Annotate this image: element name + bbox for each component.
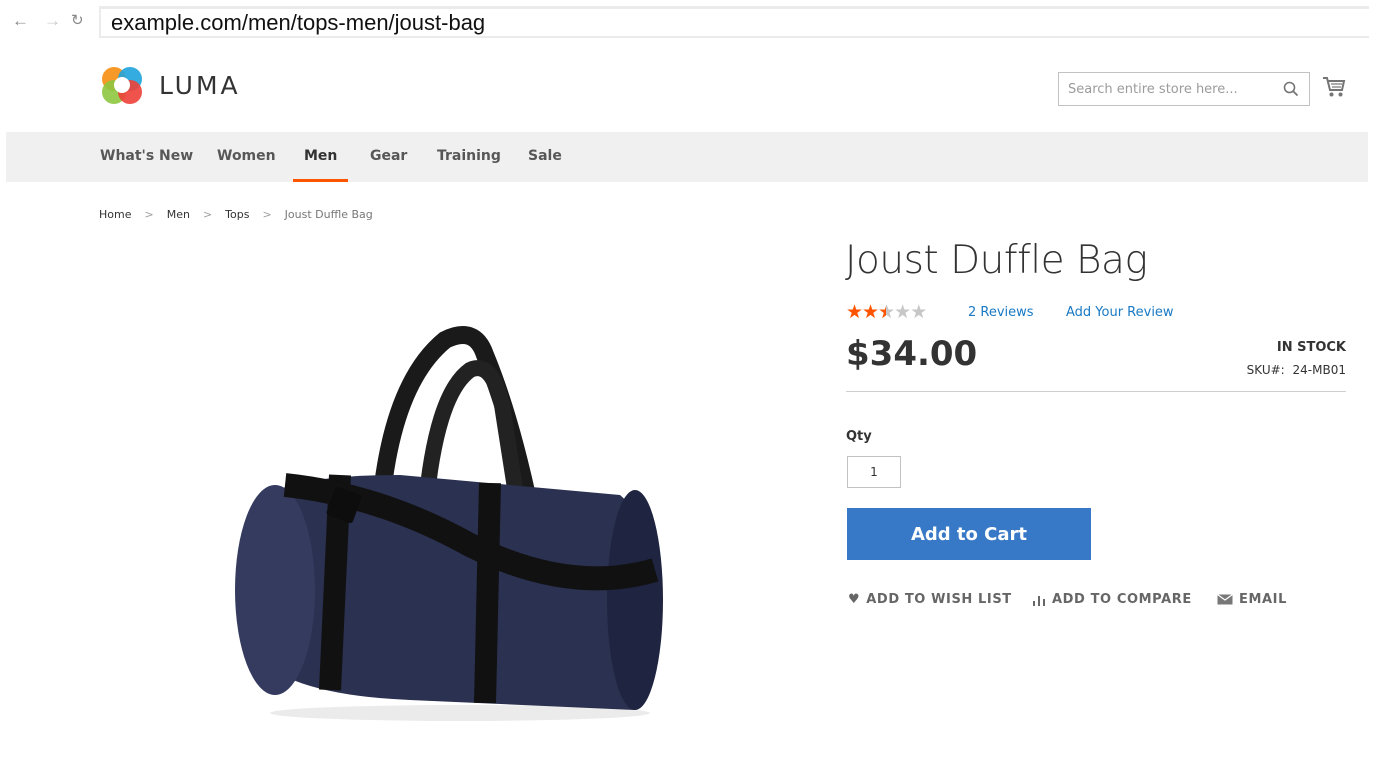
envelope-icon — [1217, 594, 1233, 605]
sku-label: SKU#: — [1246, 363, 1285, 377]
add-to-cart-button[interactable]: Add to Cart — [847, 508, 1091, 560]
qty-input[interactable] — [847, 456, 901, 488]
add-to-wishlist-label: ADD TO WISH LIST — [866, 592, 1012, 607]
rating-stars: ★★★ ★★ — [846, 302, 927, 324]
breadcrumb-separator: > — [202, 208, 213, 221]
add-to-wishlist-link[interactable]: ♥ ADD TO WISH LIST — [848, 592, 1012, 607]
address-bar[interactable]: example.com/men/tops-men/joust-bag — [99, 6, 1369, 38]
star-half-icon: ★ — [878, 302, 895, 323]
logo-text: LUMA — [159, 70, 241, 100]
breadcrumb-separator: > — [262, 208, 272, 221]
divider — [846, 391, 1346, 392]
search-box — [1058, 72, 1310, 106]
product-title: Joust Duffle Bag — [845, 238, 1148, 283]
breadcrumb: Home > Men > Tops > Joust Duffle Bag — [99, 208, 373, 221]
add-review-link[interactable]: Add Your Review — [1066, 305, 1174, 320]
arrow-right-icon[interactable]: → — [44, 9, 61, 33]
active-nav-indicator — [293, 179, 348, 182]
qty-label: Qty — [846, 429, 872, 444]
breadcrumb-current: Joust Duffle Bag — [284, 208, 373, 221]
stock-status: IN STOCK — [1276, 340, 1346, 355]
arrow-left-icon[interactable]: ← — [12, 9, 29, 33]
store-logo[interactable]: LUMA — [99, 62, 241, 108]
search-icon[interactable] — [1283, 81, 1299, 97]
breadcrumb-separator: > — [144, 208, 154, 221]
main-navigation: What's New Women Men Gear Training Sale — [6, 132, 1368, 182]
breadcrumb-men[interactable]: Men — [167, 208, 190, 221]
url-text: example.com/men/tops-men/joust-bag — [111, 10, 486, 35]
product-sku: SKU#: 24-MB01 — [1247, 363, 1346, 377]
breadcrumb-tops[interactable]: Tops — [225, 208, 249, 221]
reload-icon[interactable]: ↻ — [71, 9, 84, 33]
add-to-compare-label: ADD TO COMPARE — [1052, 592, 1192, 607]
star-empty-icon: ★ — [894, 302, 911, 323]
nav-item-whats-new[interactable]: What's New — [100, 132, 193, 182]
product-price: $34.00 — [846, 334, 978, 374]
nav-item-women[interactable]: Women — [217, 132, 276, 182]
email-link[interactable]: EMAIL — [1217, 592, 1287, 607]
star-empty-icon: ★ — [910, 302, 927, 323]
luma-logo-icon — [102, 67, 142, 104]
nav-item-gear[interactable]: Gear — [370, 132, 407, 182]
reviews-link[interactable]: 2 Reviews — [968, 305, 1034, 320]
nav-item-training[interactable]: Training — [437, 132, 501, 182]
cart-icon[interactable] — [1322, 76, 1346, 98]
heart-icon: ♥ — [848, 592, 861, 607]
email-label: EMAIL — [1239, 592, 1287, 607]
search-input[interactable] — [1059, 73, 1309, 105]
compare-icon — [1033, 595, 1045, 606]
product-image — [235, 326, 663, 721]
star-icon: ★ — [862, 302, 879, 323]
star-icon: ★ — [846, 302, 863, 323]
browser-toolbar: ← → ↻ example.com/men/tops-men/joust-bag — [0, 0, 1381, 44]
nav-item-sale[interactable]: Sale — [528, 132, 562, 182]
add-to-compare-link[interactable]: ADD TO COMPARE — [1032, 592, 1192, 607]
nav-item-men[interactable]: Men — [304, 132, 337, 182]
breadcrumb-home[interactable]: Home — [99, 208, 131, 221]
sku-value: 24-MB01 — [1292, 363, 1346, 377]
